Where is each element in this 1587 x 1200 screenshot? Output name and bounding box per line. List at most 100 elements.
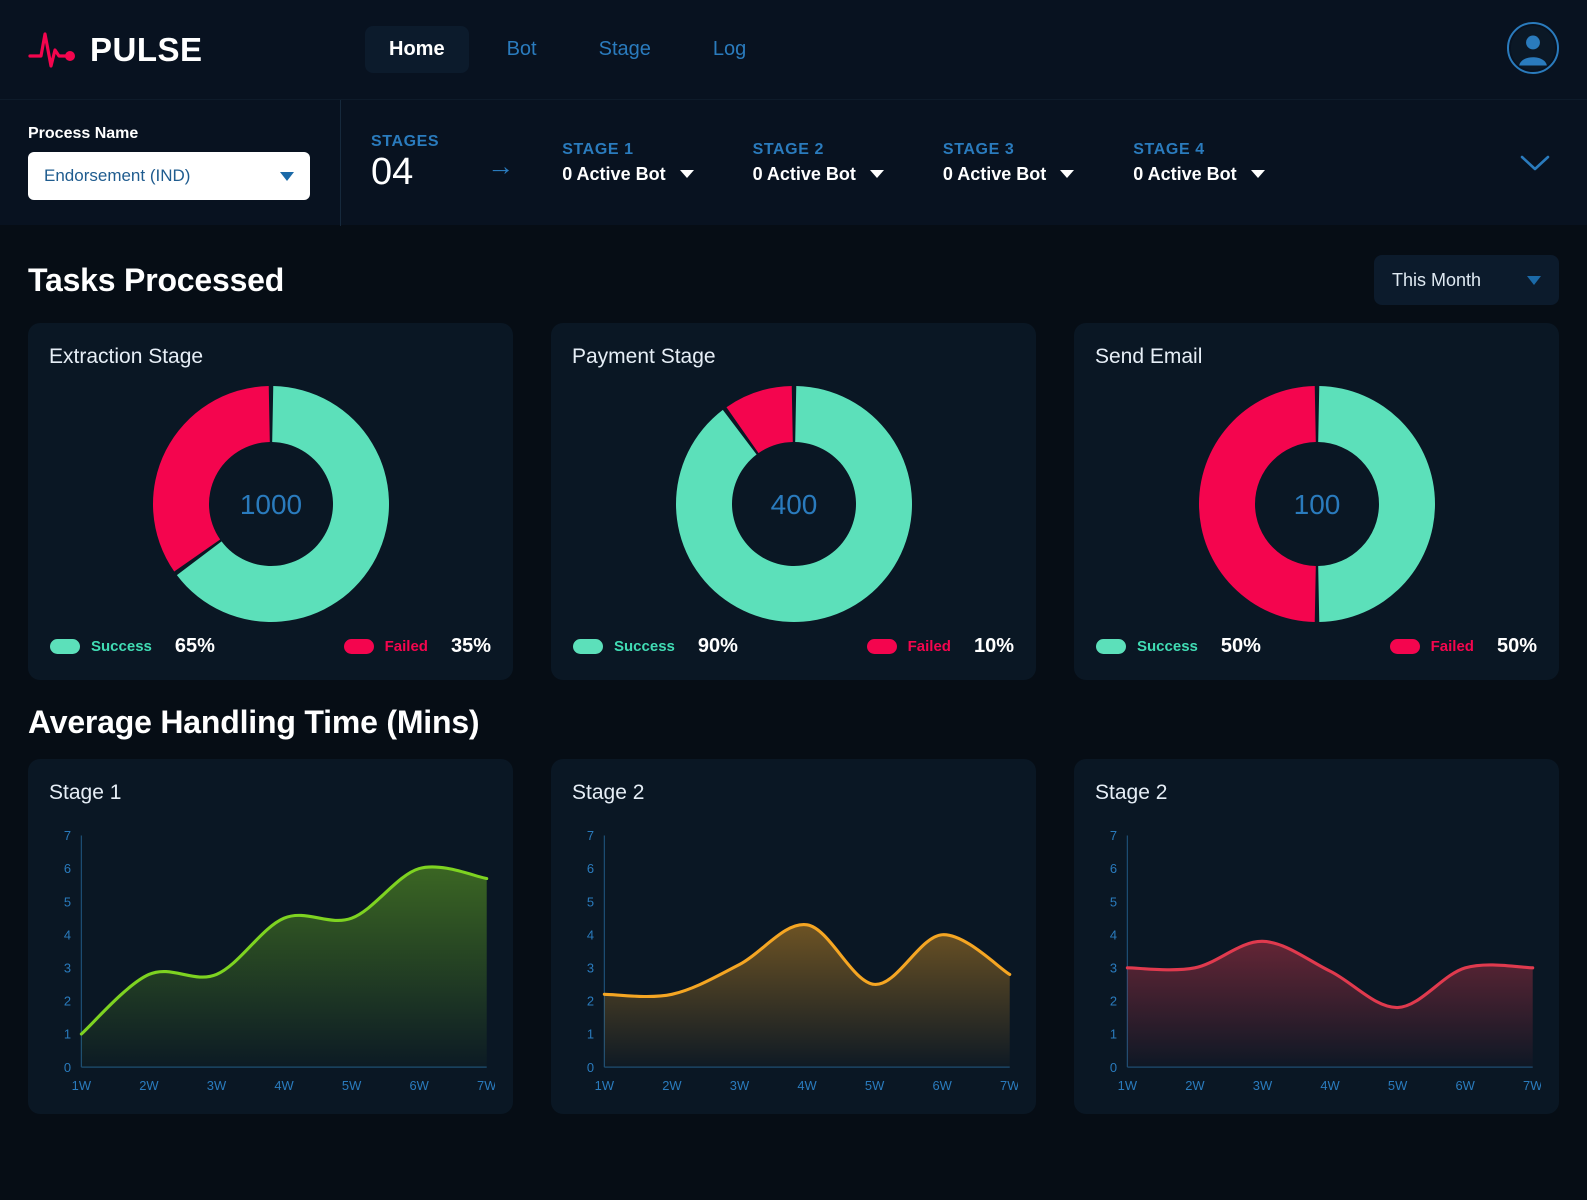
donut-card-title: Payment Stage <box>572 345 716 368</box>
success-pill-icon <box>1096 639 1126 654</box>
process-name-value: Endorsement (IND) <box>44 166 191 185</box>
legend-failed: Failed 50% <box>1389 635 1537 658</box>
failed-pill-icon <box>1389 639 1420 654</box>
legend-success-label: Success <box>1137 638 1198 655</box>
donut-chart-send-email: 100 <box>1074 373 1559 635</box>
tab-bot[interactable]: Bot <box>483 26 561 73</box>
donut-chart-payment: 400 <box>551 373 1036 635</box>
stage-4-label: STAGE 4 <box>1133 140 1205 158</box>
x-tick-label: 6W <box>1455 1078 1475 1093</box>
area-fill <box>81 866 487 1068</box>
y-tick-label: 5 <box>587 894 594 909</box>
x-tick-label: 5W <box>865 1078 885 1093</box>
donut-svg: 1000 <box>152 386 389 622</box>
expand-chevron-down-icon[interactable] <box>1519 153 1551 173</box>
nav-tabs: Home Bot Stage Log <box>365 26 770 73</box>
line-chart-stage-1: 0 1 2 3 4 5 6 7 1W 2W 3W 4W 5W 6W 7W <box>28 805 513 1121</box>
time-range-select[interactable]: This Month <box>1374 255 1559 305</box>
x-tick-label: 6W <box>932 1078 952 1093</box>
y-tick-label: 0 <box>587 1060 594 1075</box>
user-avatar-icon[interactable] <box>1507 22 1559 74</box>
stage-4-chevron-down-icon[interactable] <box>1250 170 1265 178</box>
x-tick-label: 4W <box>274 1078 294 1093</box>
legend-failed-label: Failed <box>384 638 428 655</box>
arrow-right-icon: → <box>487 151 515 181</box>
x-tick-label: 7W <box>1000 1078 1018 1093</box>
dashboard-root: PULSE Home Bot Stage Log Process Name En… <box>0 0 1587 1200</box>
stage-item-4: STAGE 4 0 Active Bot <box>1133 141 1297 185</box>
y-tick-label: 6 <box>587 861 594 876</box>
tab-stage[interactable]: Stage <box>575 26 675 73</box>
stages-count-block: STAGES 04 <box>341 133 465 193</box>
stage-3-chevron-down-icon[interactable] <box>1060 170 1075 178</box>
x-tick-label: 6W <box>409 1078 429 1093</box>
failed-pill-icon <box>343 639 374 654</box>
y-tick-label: 1 <box>1110 1027 1117 1042</box>
legend-success: Success 50% <box>1096 635 1261 658</box>
y-tick-label: 6 <box>1110 861 1117 876</box>
chevron-down-icon <box>280 171 294 181</box>
y-tick-label: 0 <box>1110 1060 1117 1075</box>
stage-1-chevron-down-icon[interactable] <box>679 170 694 178</box>
success-pill-icon <box>50 639 80 654</box>
y-tick-label: 0 <box>64 1060 71 1075</box>
process-name-select[interactable]: Endorsement (IND) <box>28 152 310 200</box>
donut-chart-extraction: 1000 <box>28 373 513 635</box>
donut-card-title: Send Email <box>1095 345 1203 368</box>
legend-success-label: Success <box>614 638 675 655</box>
donut-legend: Success 90% Failed 10% <box>551 635 1036 680</box>
chevron-down-icon <box>1527 275 1541 285</box>
tasks-processed-header: Tasks Processed This Month <box>0 255 1587 305</box>
stage-3-label: STAGE 3 <box>942 140 1015 158</box>
line-card-title: Stage 1 <box>49 781 122 804</box>
y-tick-label: 2 <box>64 994 71 1009</box>
x-tick-label: 1W <box>595 1078 615 1093</box>
stage-item-1: STAGE 1 0 Active Bot <box>562 141 726 185</box>
y-tick-label: 2 <box>587 994 594 1009</box>
legend-success-value: 50% <box>1220 635 1261 657</box>
legend-failed-value: 10% <box>973 635 1014 657</box>
x-tick-label: 5W <box>342 1078 362 1093</box>
process-name-label: Process Name <box>28 125 139 142</box>
y-tick-label: 3 <box>1110 960 1117 975</box>
donut-center-value: 100 <box>1293 489 1340 520</box>
tab-log[interactable]: Log <box>689 26 770 73</box>
donut-legend: Success 65% Failed 35% <box>28 635 513 680</box>
success-pill-icon <box>573 639 603 654</box>
stage-item-3: STAGE 3 0 Active Bot <box>943 141 1107 185</box>
x-tick-label: 2W <box>1185 1078 1205 1093</box>
x-tick-label: 4W <box>797 1078 817 1093</box>
area-chart-svg: 0 1 2 3 4 5 6 7 1W 2W 3W 4W 5W 6W 7W <box>64 828 495 1093</box>
stages-count-value: 04 <box>371 150 414 193</box>
x-tick-label: 3W <box>207 1078 227 1093</box>
top-navigation-bar: PULSE Home Bot Stage Log <box>0 0 1587 99</box>
time-range-value: This Month <box>1392 269 1482 290</box>
brand-logo[interactable]: PULSE <box>28 30 328 70</box>
legend-success-value: 90% <box>697 635 738 657</box>
legend-failed: Failed 10% <box>866 635 1014 658</box>
tab-home[interactable]: Home <box>365 26 469 73</box>
line-card-stage-1: Stage 1 0 1 2 3 4 5 6 7 1W 2W 3W 4W 5W 6W 7W <box>28 759 513 1114</box>
x-tick-label: 3W <box>1253 1078 1273 1093</box>
area-chart-svg: 0 1 2 3 4 5 6 7 1W 2W 3W 4W 5W 6W 7W <box>1110 828 1541 1093</box>
donut-legend: Success 50% Failed 50% <box>1074 635 1559 680</box>
brand-name: PULSE <box>90 30 203 68</box>
failed-pill-icon <box>866 639 897 654</box>
stage-2-chevron-down-icon[interactable] <box>869 170 884 178</box>
process-name-block: Process Name Endorsement (IND) <box>28 125 340 200</box>
y-tick-label: 7 <box>587 828 594 843</box>
stage-3-bots: 0 Active Bot <box>942 163 1047 184</box>
donut-center-value: 1000 <box>239 489 301 520</box>
area-fill <box>1127 941 1533 1068</box>
y-tick-label: 7 <box>1110 828 1117 843</box>
x-tick-label: 1W <box>1118 1078 1138 1093</box>
y-tick-label: 7 <box>64 828 71 843</box>
y-tick-label: 5 <box>64 894 71 909</box>
avg-handling-header: Average Handling Time (Mins) <box>0 704 1587 741</box>
legend-failed-value: 35% <box>450 635 491 657</box>
donut-svg: 400 <box>675 386 912 622</box>
donut-card-payment-stage: Payment Stage 400 Success 90% Failed 10% <box>551 323 1036 680</box>
line-card-stage-3: Stage 2 0 1 2 3 4 5 6 7 1W 2W 3W 4W 5W 6W 7W <box>1074 759 1559 1114</box>
line-cards-row: Stage 1 0 1 2 3 4 5 6 7 1W 2W 3W 4W 5W 6W 7W Stage 2 … <box>0 759 1587 1114</box>
donut-svg: 100 <box>1198 386 1435 622</box>
